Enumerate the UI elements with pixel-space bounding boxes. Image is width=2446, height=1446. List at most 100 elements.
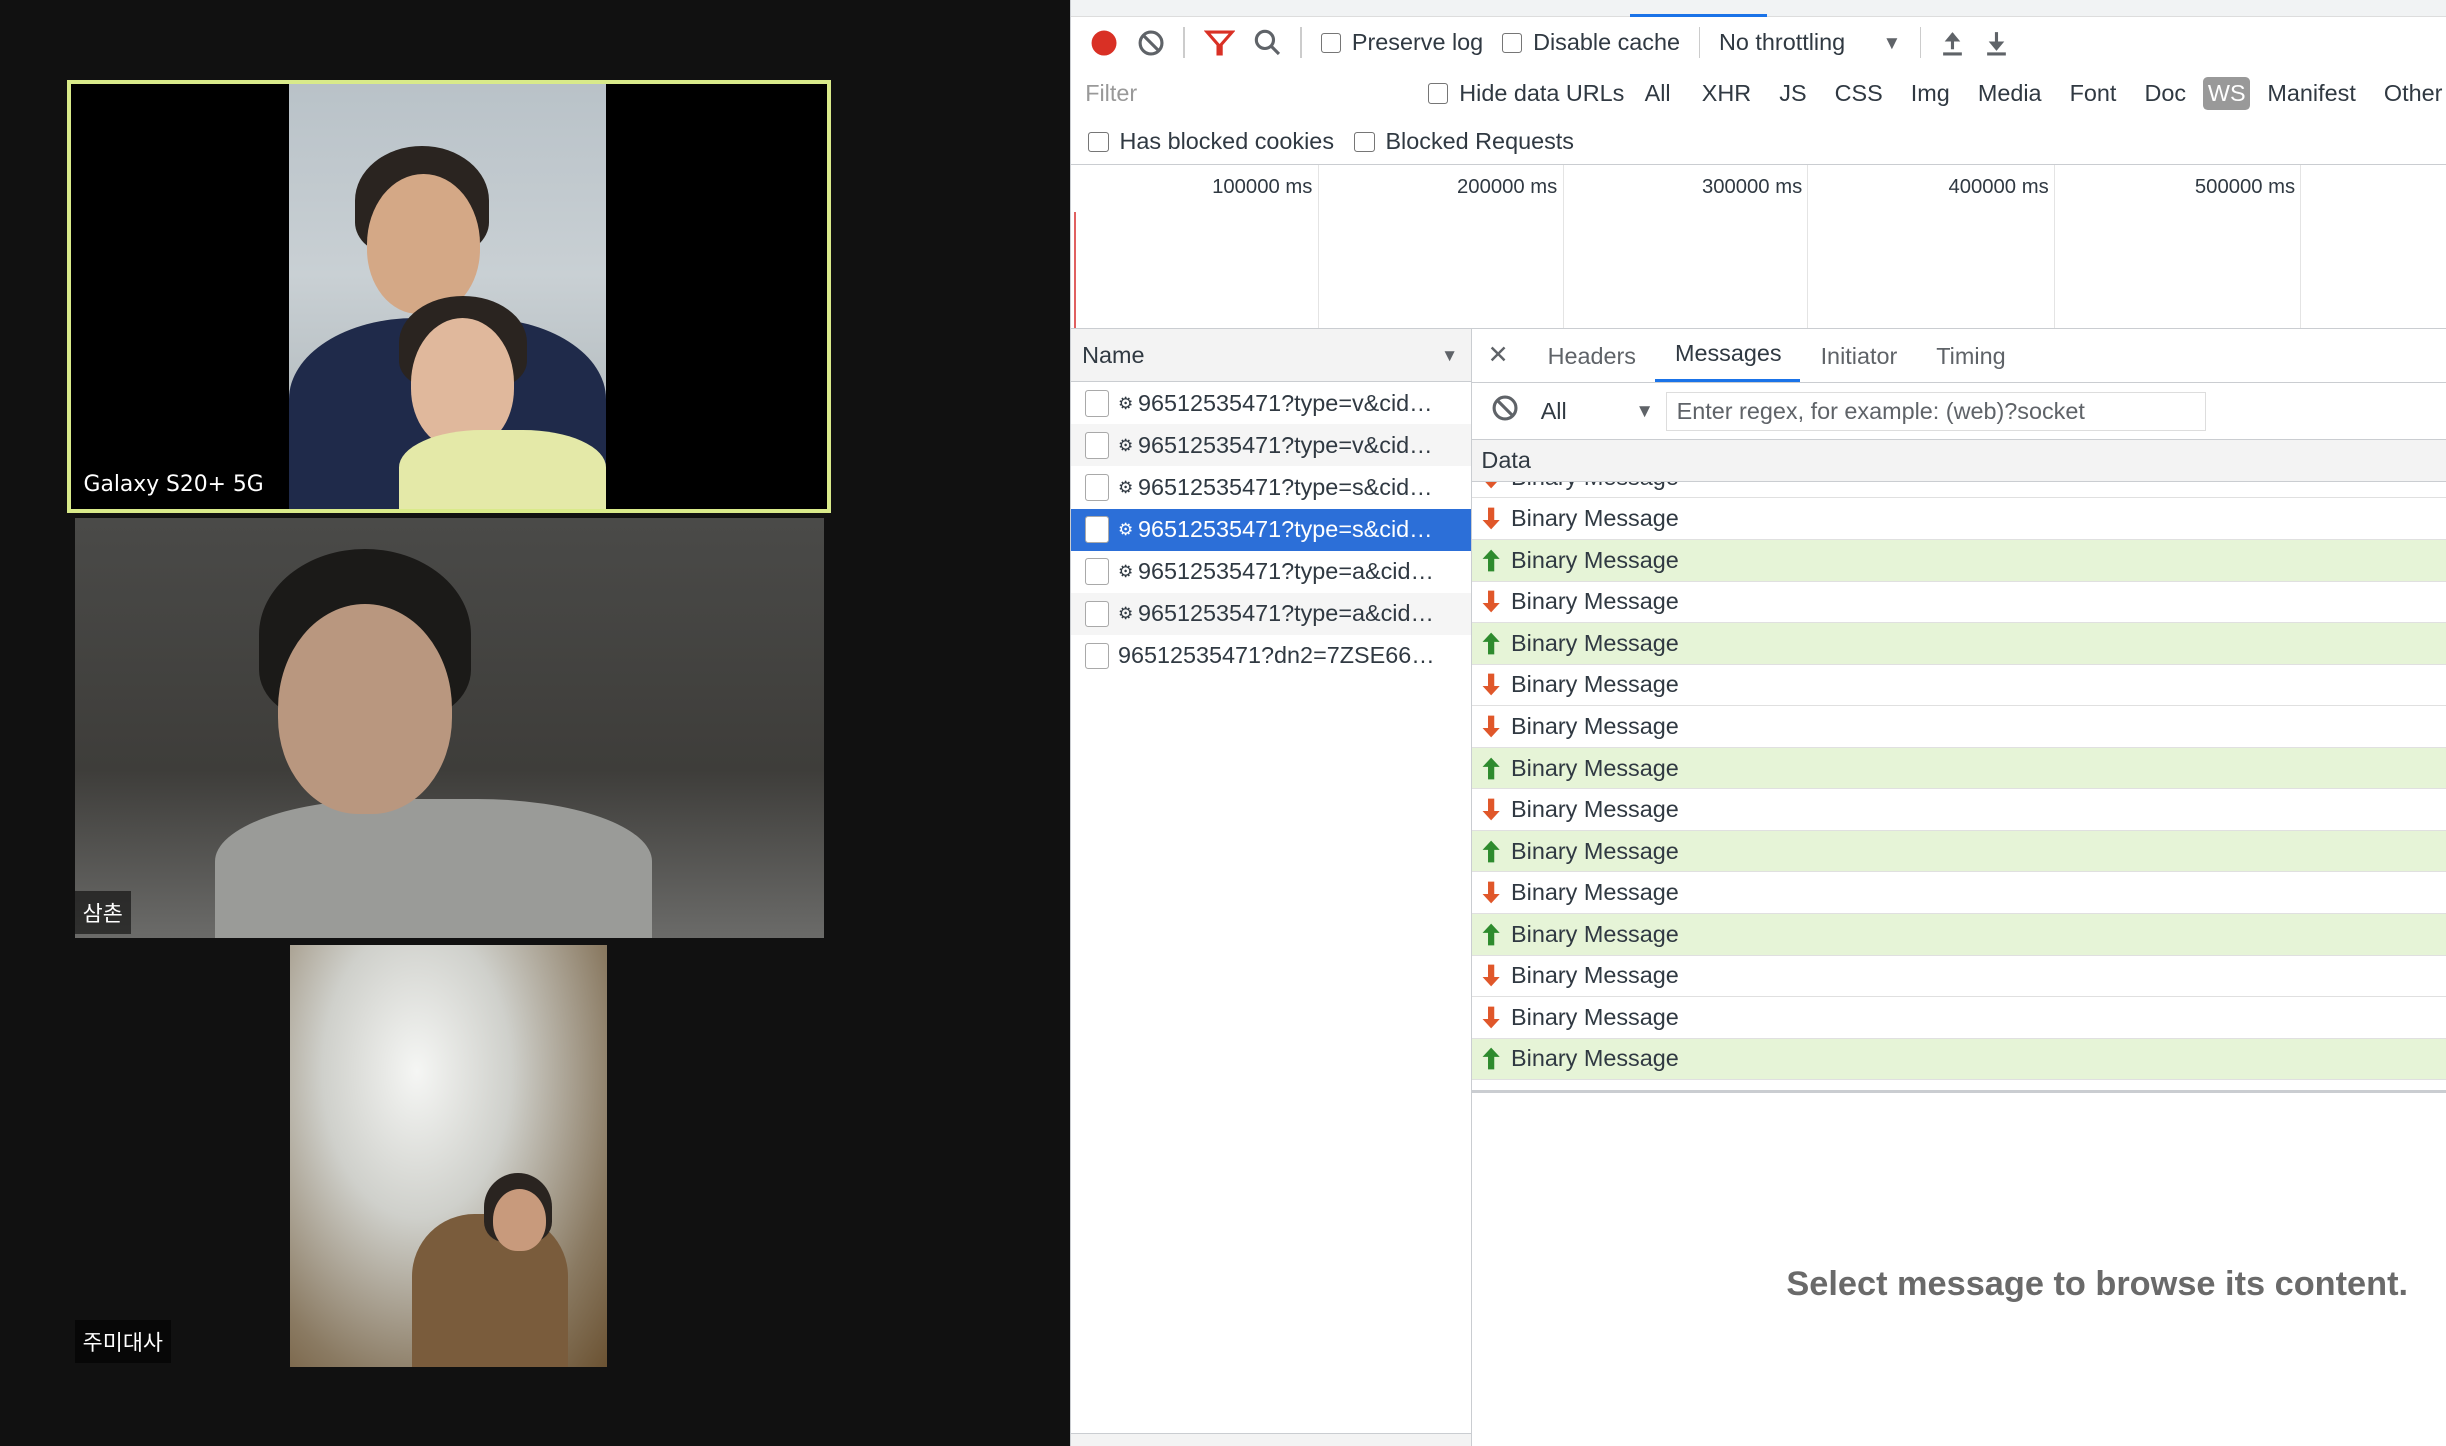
preserve-log-checkbox[interactable]: Preserve log: [1320, 29, 1483, 56]
network-overview-timeline[interactable]: 100000 ms 200000 ms 300000 ms 400000 ms …: [1071, 165, 2446, 329]
filter-icon[interactable]: [1203, 29, 1235, 57]
type-filter-media[interactable]: Media: [1973, 77, 2046, 110]
message-text: Binary Message: [1511, 482, 1679, 491]
name-column-header[interactable]: Name ▼: [1071, 329, 1471, 383]
record-icon[interactable]: [1090, 29, 1118, 57]
video-feed: [290, 945, 607, 1367]
video-gallery: Galaxy S20+ 5G 삼촌 주미대사: [0, 0, 1071, 1446]
video-tile-ambassador[interactable]: 주미대사: [74, 945, 824, 1367]
tab-messages[interactable]: Messages: [1654, 340, 1801, 383]
message-list: Binary Message Binary Message Binary Messa…: [1472, 481, 2446, 1094]
request-row-selected[interactable]: ⚙ 96512535471?type=s&cid…: [1071, 508, 1471, 551]
type-filter-other[interactable]: Other: [2379, 77, 2446, 110]
message-text: Binary Message: [1511, 588, 1679, 615]
devtools-network-panel: Preserve log Disable cache No throttling…: [1070, 0, 2446, 1446]
timeline-tick: 100000 ms: [1212, 165, 1319, 328]
request-row[interactable]: ⚙ 96512535471?type=v&cid…: [1071, 424, 1471, 467]
arrow-up-icon: [1481, 922, 1511, 947]
filter-bar: Filter Hide data URLs All XHR JS CSS Img…: [1071, 70, 2446, 117]
request-row[interactable]: ⚙ 96512535471?type=v&cid…: [1071, 382, 1470, 424]
message-row[interactable]: Binary Message: [1472, 623, 2446, 665]
websocket-icon: ⚙: [1117, 476, 1134, 497]
message-row[interactable]: Binary Message: [1472, 582, 2446, 624]
request-row[interactable]: ⚙ 96512535471?type=a&cid…: [1071, 551, 1470, 593]
child-figure: [398, 429, 607, 510]
type-filter-font[interactable]: Font: [2065, 77, 2121, 110]
type-filter-css[interactable]: CSS: [1830, 77, 1887, 110]
message-text: Binary Message: [1511, 671, 1679, 698]
message-row[interactable]: Binary Message: [1472, 498, 2446, 541]
message-row[interactable]: Binary Message: [1472, 913, 2446, 956]
export-har-icon[interactable]: [1984, 29, 2009, 57]
request-row[interactable]: 96512535471?dn2=7ZSE66…: [1071, 635, 1470, 677]
message-row[interactable]: Binary Message: [1472, 872, 2446, 914]
clear-icon[interactable]: [1137, 29, 1165, 57]
tab-headers[interactable]: Headers: [1527, 343, 1654, 382]
message-regex-input[interactable]: Enter regex, for example: (web)?socket: [1666, 391, 2207, 431]
message-type-select[interactable]: All ▼: [1541, 398, 1654, 425]
video-tile-galaxy[interactable]: Galaxy S20+ 5G: [67, 79, 832, 514]
hide-data-urls-checkbox[interactable]: Hide data URLs: [1428, 80, 1624, 107]
type-filter-xhr[interactable]: XHR: [1697, 77, 1756, 110]
disable-cache-checkbox[interactable]: Disable cache: [1501, 29, 1680, 56]
throttling-select[interactable]: No throttling ▼: [1719, 29, 1901, 56]
type-filter-img[interactable]: Img: [1906, 77, 1954, 110]
message-text: Binary Message: [1511, 629, 1679, 656]
message-row[interactable]: Binary Message: [1472, 789, 2446, 831]
message-row[interactable]: Binary Message: [1472, 997, 2446, 1039]
person-face: [277, 603, 453, 815]
arrow-down-icon: [1481, 880, 1511, 905]
filter-input[interactable]: Filter: [1078, 76, 1404, 111]
type-filter-manifest[interactable]: Manifest: [2263, 77, 2361, 110]
has-blocked-cookies-checkbox[interactable]: Has blocked cookies: [1088, 128, 1334, 155]
import-har-icon[interactable]: [1940, 29, 1965, 57]
message-row[interactable]: Binary Message: [1472, 540, 2446, 582]
websocket-icon: ⚙: [1117, 561, 1134, 582]
type-filter-ws[interactable]: WS: [2203, 76, 2251, 111]
tab-initiator[interactable]: Initiator: [1800, 343, 1916, 382]
data-column-header[interactable]: Data: [1472, 440, 2446, 482]
arrow-up-icon: [1481, 631, 1511, 656]
clear-messages-icon[interactable]: [1491, 394, 1519, 428]
video-feed: [289, 83, 607, 510]
message-row[interactable]: Binary Message: [1472, 481, 2446, 499]
tab-timing[interactable]: Timing: [1916, 343, 2024, 382]
type-filter-all[interactable]: All: [1640, 77, 1675, 110]
message-text: Binary Message: [1511, 712, 1679, 739]
arrow-down-icon: [1481, 714, 1511, 739]
websocket-icon: ⚙: [1117, 392, 1134, 413]
sort-desc-icon: ▼: [1441, 344, 1459, 365]
timeline-tick: 200000 ms: [1457, 165, 1564, 328]
request-row[interactable]: ⚙ 96512535471?type=s&cid…: [1071, 466, 1470, 508]
search-icon[interactable]: [1254, 29, 1282, 57]
message-row[interactable]: Binary Message: [1472, 1038, 2446, 1081]
message-row[interactable]: Binary Message: [1472, 747, 2446, 790]
message-text: Binary Message: [1511, 837, 1679, 864]
video-tile-uncle[interactable]: 삼촌: [74, 517, 824, 938]
timeline-tick: 500000 ms: [2195, 165, 2302, 328]
type-filter-js[interactable]: JS: [1775, 77, 1812, 110]
devtools-tabstrip: [1071, 0, 2446, 18]
arrow-up-icon: [1481, 839, 1511, 864]
request-row[interactable]: ⚙ 96512535471?type=a&cid…: [1071, 592, 1471, 635]
filter-bar-secondary: Has blocked cookies Blocked Requests: [1071, 120, 2446, 165]
child-face: [411, 317, 515, 449]
arrow-up-icon: [1481, 756, 1511, 781]
chevron-down-icon: ▼: [1882, 31, 1902, 53]
message-row[interactable]: Binary Message: [1472, 706, 2446, 748]
participant-name: 삼촌: [74, 890, 131, 935]
message-text: Binary Message: [1511, 1003, 1679, 1030]
arrow-down-icon: [1481, 963, 1511, 988]
message-row[interactable]: Binary Message: [1472, 665, 2446, 707]
person-figure: [215, 798, 653, 938]
blocked-requests-checkbox[interactable]: Blocked Requests: [1354, 128, 1574, 155]
message-row[interactable]: Binary Message: [1472, 830, 2446, 873]
request-list-footer: [1071, 1432, 1471, 1446]
message-text: Binary Message: [1511, 920, 1679, 947]
timeline-tick: 400000 ms: [1948, 165, 2055, 328]
chevron-down-icon: ▼: [1635, 400, 1654, 422]
arrow-down-icon: [1481, 1005, 1511, 1030]
message-row[interactable]: Binary Message: [1472, 956, 2446, 998]
type-filter-doc[interactable]: Doc: [2140, 77, 2191, 110]
close-icon[interactable]: ✕: [1472, 340, 1527, 382]
